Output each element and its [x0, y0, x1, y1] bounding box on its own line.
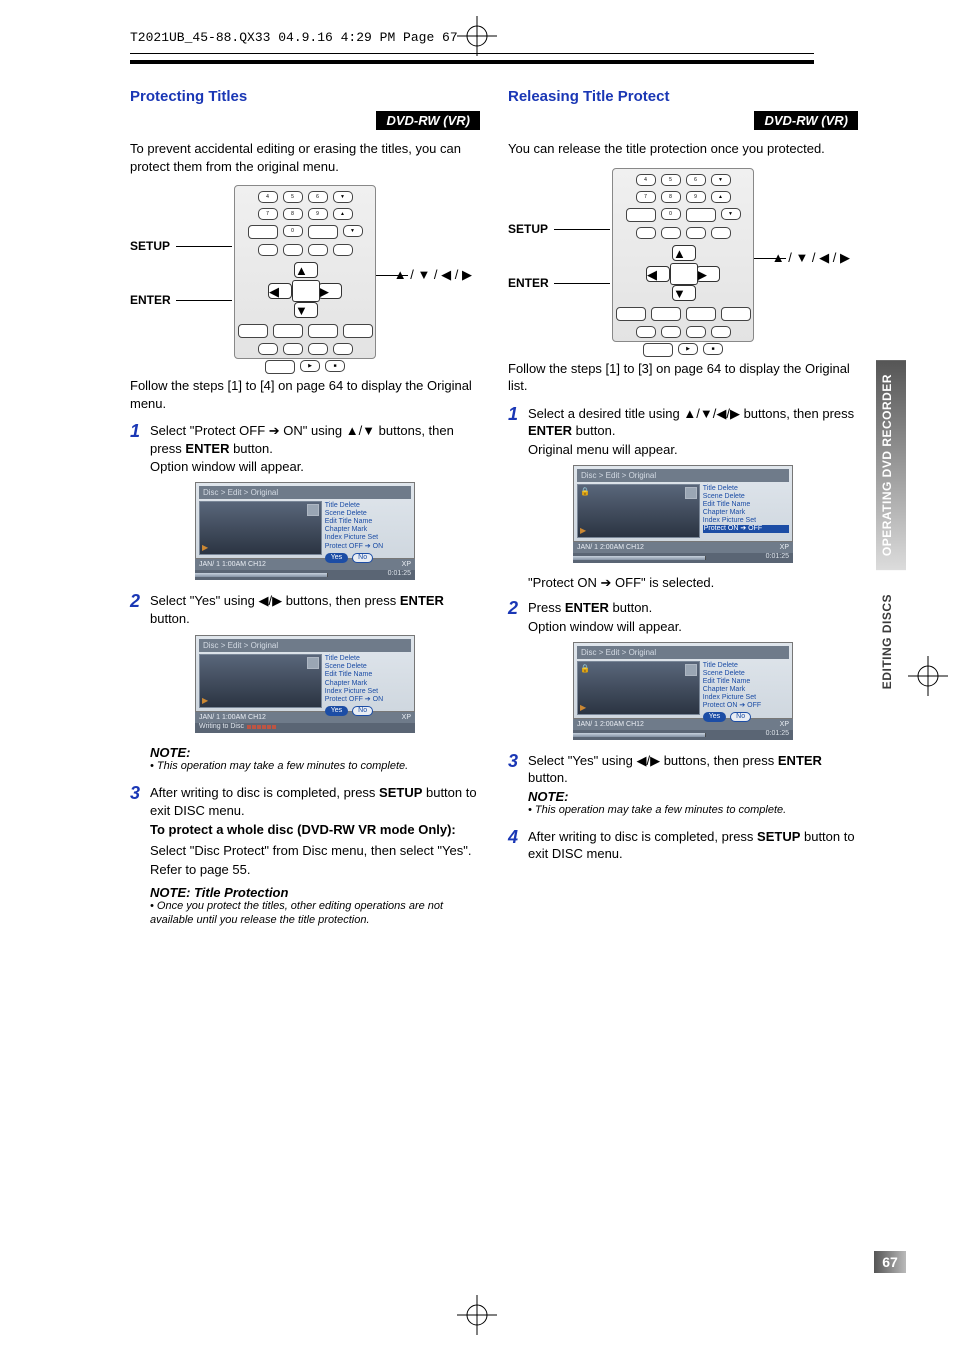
side-tabs: OPERATING DVD RECORDER EDITING DISCS [876, 360, 906, 713]
step-2-sub: Option window will appear. [528, 619, 858, 634]
step-1-sub: Original menu will appear. [528, 442, 858, 457]
note-body: • Once you protect the titles, other edi… [150, 900, 480, 928]
note-body: • This operation may take a few minutes … [528, 804, 858, 818]
column-releasing: Releasing Title Protect DVD-RW (VR) You … [508, 82, 858, 937]
step-number: 2 [130, 592, 144, 610]
play-icon: ▶ [580, 703, 586, 712]
osd-screenshot: Disc > Edit > Original 🔒▶ Title Delete S… [573, 642, 793, 740]
rule-thick [130, 60, 814, 64]
step-number: 3 [508, 752, 522, 770]
play-icon: ▶ [580, 526, 586, 535]
osd-screenshot: Disc > Edit > Original ▶ Title Delete Sc… [195, 635, 415, 733]
whole-disc-heading: To protect a whole disc (DVD-RW VR mode … [150, 821, 480, 839]
step-1: 1 Select a desired title using ▲/▼/◀/▶ b… [508, 405, 858, 440]
follow-steps-text: Follow the steps [1] to [3] on page 64 t… [508, 360, 858, 395]
remote-illustration: SETUP ENTER ▲ / ▼ / ◀ / ▶ 456▼ 789▲ 0▼ ▲… [130, 185, 480, 365]
print-header: T2021UB_45-88.QX33 04.9.16 4:29 PM Page … [130, 30, 814, 45]
note-body: • This operation may take a few minutes … [150, 760, 480, 774]
play-icon: ▶ [202, 696, 208, 705]
column-protecting: Protecting Titles DVD-RW (VR) To prevent… [130, 82, 480, 937]
crop-mark-icon [908, 656, 948, 696]
side-tab-operating: OPERATING DVD RECORDER [876, 360, 906, 570]
note-heading: NOTE: [528, 789, 858, 804]
lock-icon: 🔒 [580, 487, 590, 496]
arrow-up-down-icon: ▲/▼ [346, 423, 375, 438]
label-setup: SETUP [508, 222, 548, 236]
step-1: 1 Select "Protect OFF ➔ ON" using ▲/▼ bu… [130, 422, 480, 457]
osd-screenshot: Disc > Edit > Original 🔒▶ Title Delete S… [573, 465, 793, 563]
osd-menu-list: Title Delete Scene Delete Edit Title Nam… [325, 501, 411, 555]
osd-no: No [352, 553, 373, 563]
step-2: 2 Select "Yes" using ◀/▶ buttons, then p… [130, 592, 480, 627]
arrow-left-right-icon: ◀/▶ [636, 753, 660, 768]
osd-screenshot: Disc > Edit > Original ▶ Title Delete Sc… [195, 482, 415, 580]
step-number: 1 [508, 405, 522, 423]
label-enter: ENTER [508, 276, 549, 290]
whole-disc-body: Select "Disc Protect" from Disc menu, th… [150, 843, 480, 858]
page-number: 67 [874, 1251, 906, 1273]
arrow-right-icon: ➔ [269, 423, 280, 438]
osd-breadcrumb: Disc > Edit > Original [199, 486, 411, 499]
label-setup: SETUP [130, 239, 170, 253]
play-icon: ▶ [202, 543, 208, 552]
arrow-left-right-icon: ◀/▶ [258, 593, 282, 608]
remote-illustration: SETUP ENTER ▲ / ▼ / ◀ / ▶ 456▼ 789▲ 0▼ ▲… [508, 168, 858, 348]
step-3: 3 After writing to disc is completed, pr… [130, 784, 480, 819]
manual-page: T2021UB_45-88.QX33 04.9.16 4:29 PM Page … [0, 0, 954, 1351]
heading-releasing: Releasing Title Protect [508, 88, 858, 105]
whole-disc-ref: Refer to page 55. [150, 862, 480, 877]
disc-type-badge: DVD-RW (VR) [754, 111, 858, 130]
lock-icon: 🔒 [580, 664, 590, 673]
heading-protecting: Protecting Titles [130, 88, 480, 105]
note-heading: NOTE: [150, 745, 480, 760]
intro-text: To prevent accidental editing or erasing… [130, 140, 480, 175]
side-tab-editing: EDITING DISCS [876, 580, 906, 703]
step-4: 4 After writing to disc is completed, pr… [508, 828, 858, 863]
intro-text: You can release the title protection onc… [508, 140, 858, 158]
rule-thin [130, 53, 814, 54]
step-number: 1 [130, 422, 144, 440]
crop-mark-icon [457, 1295, 497, 1335]
step-number: 4 [508, 828, 522, 846]
middle-line: "Protect ON ➔ OFF" is selected. [528, 575, 858, 591]
note-heading: NOTE: Title Protection [150, 885, 480, 900]
follow-steps-text: Follow the steps [1] to [4] on page 64 t… [130, 377, 480, 412]
step-1-sub: Option window will appear. [150, 459, 480, 474]
step-2: 2 Press ENTER button. [508, 599, 858, 617]
step-3: 3 Select "Yes" using ◀/▶ buttons, then p… [508, 752, 858, 787]
arrow-all-icon: ▲/▼/◀/▶ [683, 406, 740, 421]
label-enter: ENTER [130, 293, 171, 307]
step-number: 3 [130, 784, 144, 802]
step-number: 2 [508, 599, 522, 617]
osd-yes: Yes [325, 553, 348, 563]
disc-type-badge: DVD-RW (VR) [376, 111, 480, 130]
